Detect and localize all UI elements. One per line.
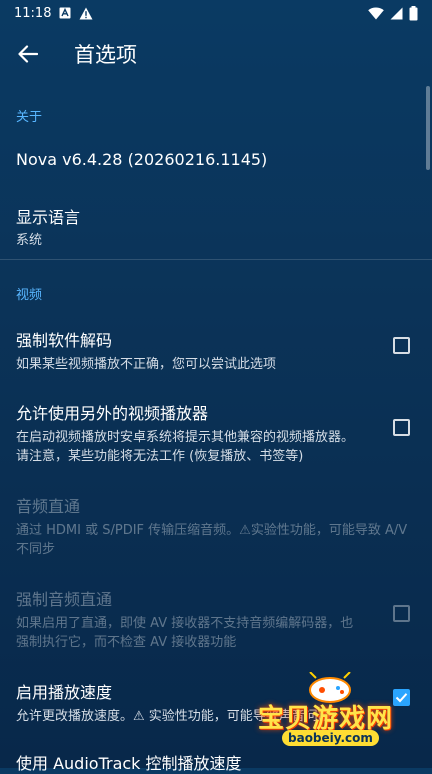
force-passthrough-checkbox[interactable] xyxy=(393,605,410,622)
section-header-video: 视频 xyxy=(16,288,43,303)
app-bar: 首选项 xyxy=(0,26,432,82)
signal-icon xyxy=(390,7,403,19)
audio-passthrough-title: 音频直通 xyxy=(16,497,81,516)
status-bar: 11:18 xyxy=(0,0,432,26)
alt-player-sub: 在启动视频播放时安卓系统将提示其他兼容的视频播放器。 请注意，某些功能将无法工作… xyxy=(16,430,355,464)
audio-passthrough-sub: 通过 HDMI 或 S/PDIF 传输压缩音频。⚠实验性功能，可能导致 A/V不… xyxy=(16,523,408,557)
watermark-url: baobeiy.com xyxy=(282,730,379,746)
wifi-icon xyxy=(368,7,384,19)
force-passthrough-title: 强制音频直通 xyxy=(16,590,113,609)
back-button[interactable] xyxy=(0,26,56,82)
battery-icon xyxy=(409,5,418,20)
version-text: Nova v6.4.28 (20260216.1145) xyxy=(16,150,268,169)
alt-player-title: 允许使用另外的视频播放器 xyxy=(16,404,209,423)
force-passthrough-sub: 如果启用了直通，即使 AV 接收器不支持音频编解码器，也强制执行它，而不检查 A… xyxy=(16,616,354,650)
warning-icon xyxy=(79,7,93,19)
status-right xyxy=(368,5,418,21)
force-passthrough-row[interactable]: 强制音频直通 如果启用了直通，即使 AV 接收器不支持音频编解码器，也强制执行它… xyxy=(0,586,432,652)
force-sw-decode-sub: 如果某些视频播放不正确，您可以尝试此选项 xyxy=(16,357,277,372)
alt-player-checkbox[interactable] xyxy=(393,419,410,436)
alt-player-row[interactable]: 允许使用另外的视频播放器 在启动视频播放时安卓系统将提示其他兼容的视频播放器。 … xyxy=(0,400,432,466)
language-value: 系统 xyxy=(16,233,43,248)
language-title: 显示语言 xyxy=(16,208,81,227)
page-title: 首选项 xyxy=(74,43,137,67)
section-header-about: 关于 xyxy=(16,110,43,125)
arrow-back-icon xyxy=(18,45,38,63)
status-time: 11:18 xyxy=(14,5,52,21)
force-sw-decode-row[interactable]: 强制软件解码 如果某些视频播放不正确，您可以尝试此选项 xyxy=(0,327,432,374)
force-sw-decode-checkbox[interactable] xyxy=(393,337,410,354)
notification-a-icon xyxy=(59,7,71,19)
version-row[interactable]: Nova v6.4.28 (20260216.1145) xyxy=(0,150,432,169)
watermark: 宝贝游戏网 baobeiy.com xyxy=(250,668,432,768)
language-row[interactable]: 显示语言 系统 xyxy=(0,204,432,250)
divider xyxy=(0,259,432,260)
status-left: 11:18 xyxy=(14,6,93,21)
force-sw-decode-title: 强制软件解码 xyxy=(16,331,113,350)
audio-passthrough-row[interactable]: 音频直通 通过 HDMI 或 S/PDIF 传输压缩音频。⚠实验性功能，可能导致… xyxy=(0,493,432,559)
